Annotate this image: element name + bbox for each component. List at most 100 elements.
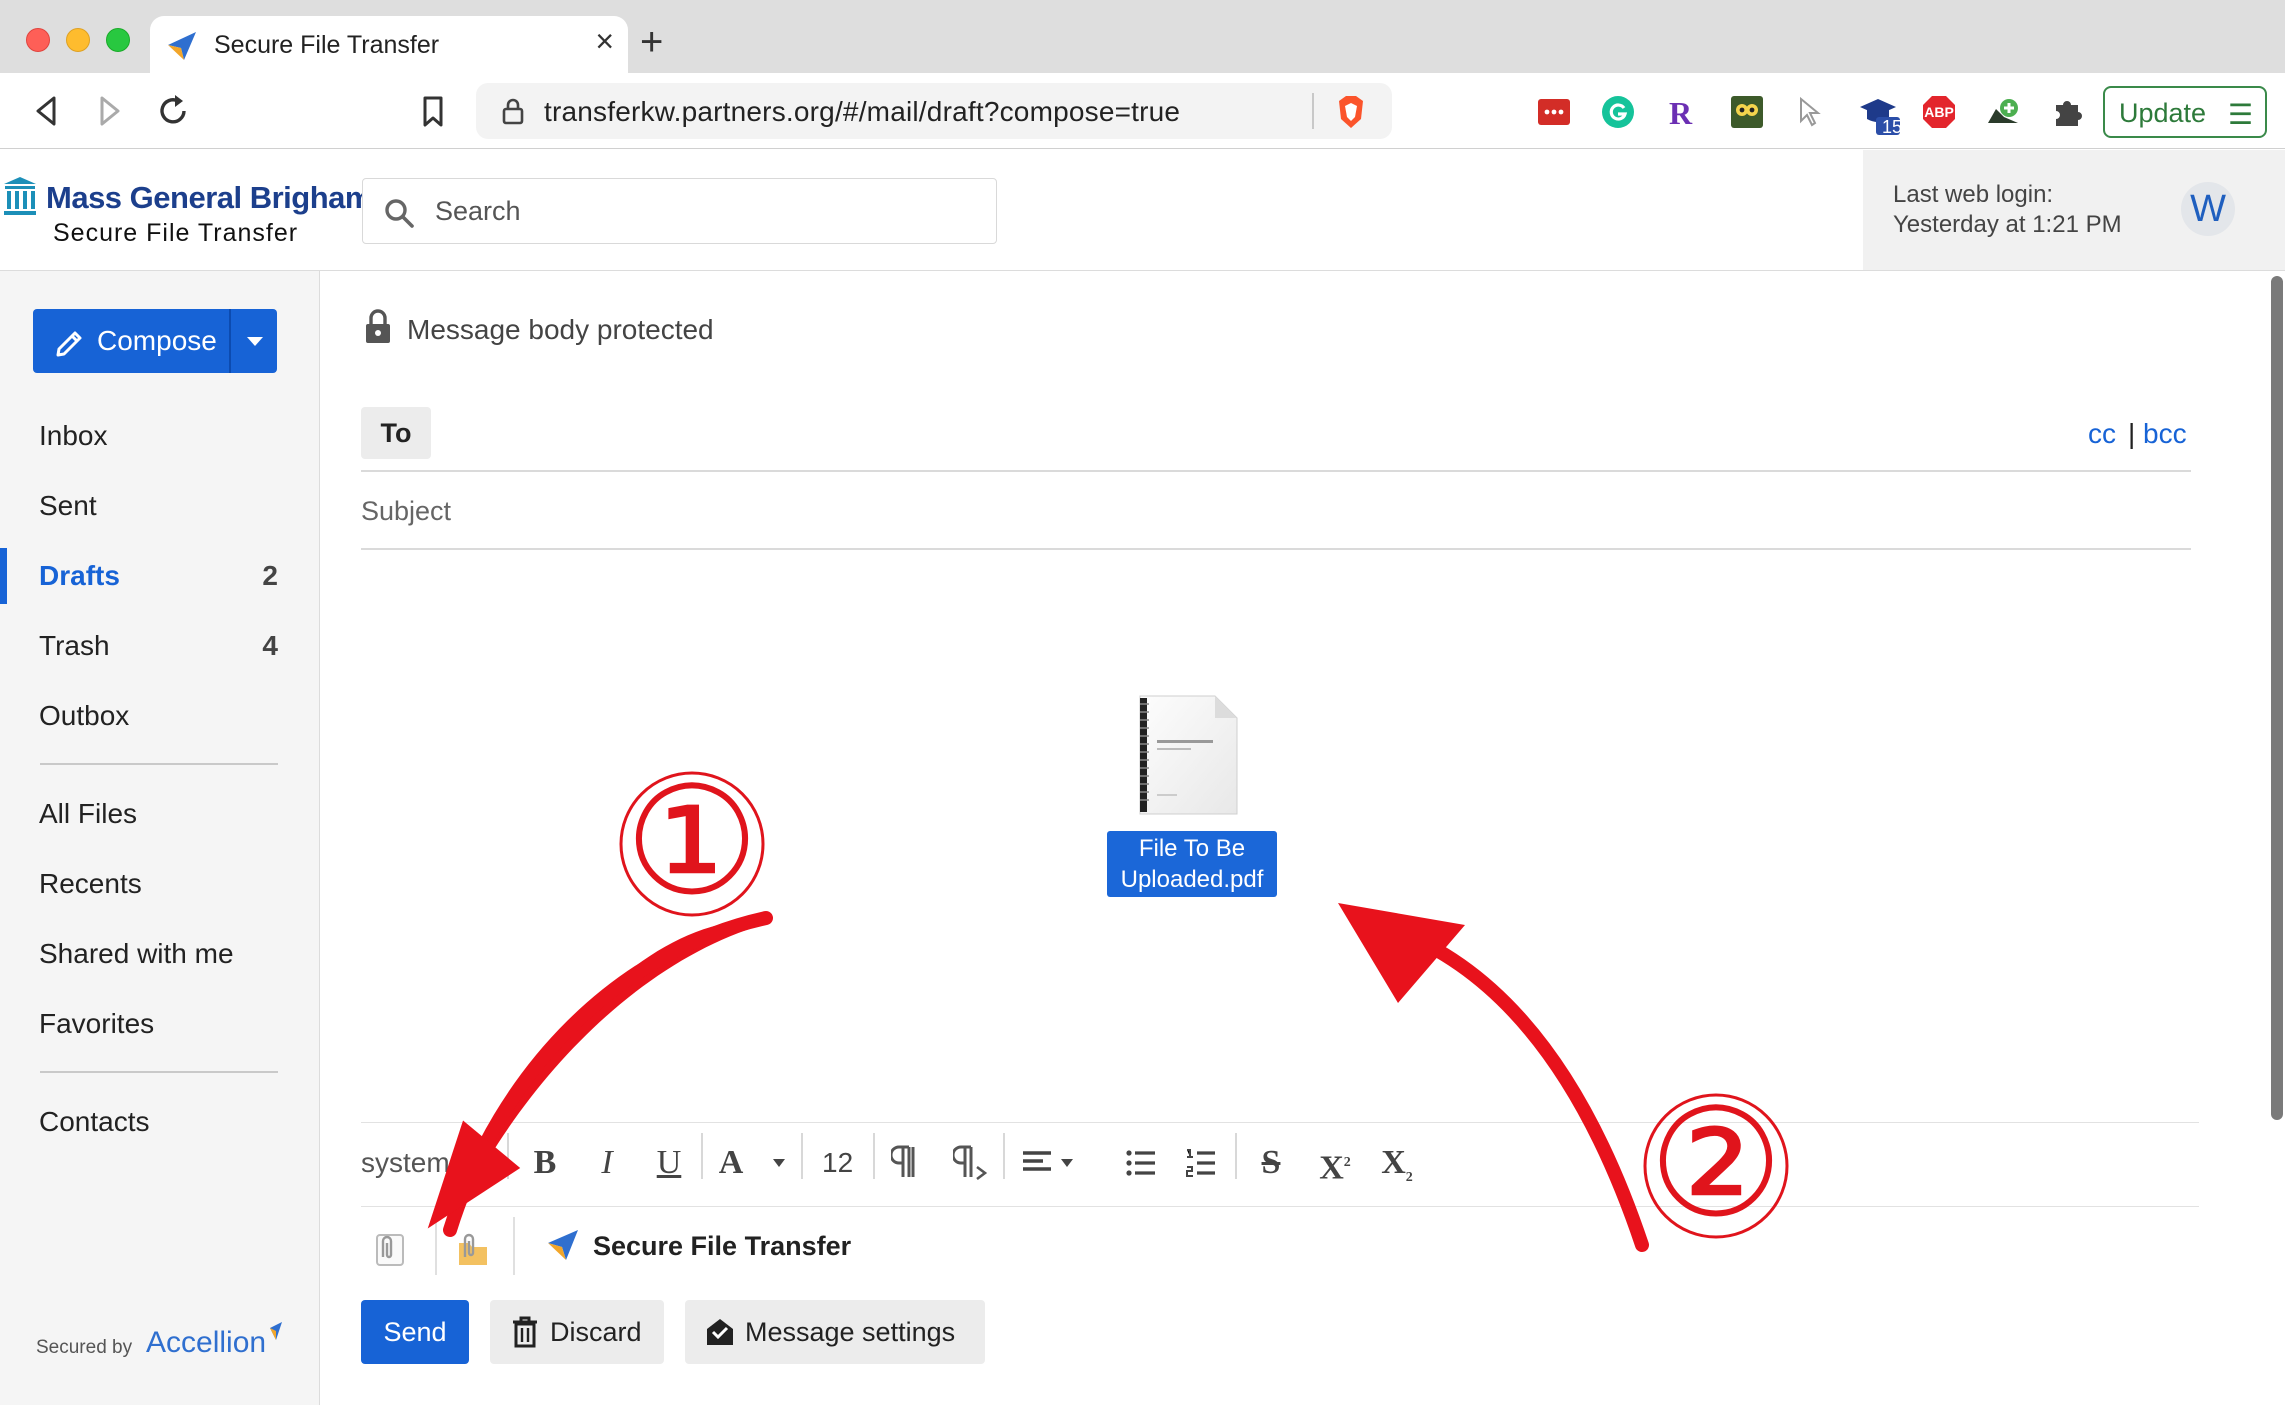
drafts-count-badge: 2 xyxy=(262,560,278,591)
bold-icon[interactable]: B xyxy=(527,1143,563,1183)
accellion-logo-text[interactable]: Accellion xyxy=(146,1326,266,1360)
sidebar-item-label: Sent xyxy=(39,490,97,521)
mgb-logo-icon xyxy=(4,177,36,215)
file-name-label[interactable]: File To Be Uploaded.pdf xyxy=(1107,831,1277,897)
sidebar-item-label: Contacts xyxy=(39,1106,150,1137)
sidebar-item-sent[interactable]: Sent xyxy=(0,478,320,534)
attachment-toolbar: Secure File Transfer xyxy=(361,1206,2199,1290)
toolbar-divider xyxy=(1235,1133,1237,1179)
paragraph-ltr-icon[interactable] xyxy=(891,1143,921,1181)
compose-button[interactable]: Compose xyxy=(33,309,229,373)
lock-icon[interactable] xyxy=(500,97,526,125)
sidebar-item-label: Outbox xyxy=(39,700,130,731)
attach-from-folder-icon[interactable] xyxy=(453,1229,491,1269)
attachment-divider xyxy=(513,1217,515,1275)
sidebar-item-drafts[interactable]: Drafts 2 xyxy=(0,548,320,604)
address-bar[interactable]: transferkw.partners.org/#/mail/draft?com… xyxy=(476,83,1392,139)
envelope-check-icon xyxy=(707,1319,733,1345)
search-box[interactable] xyxy=(362,178,997,244)
sidebar-item-label: All Files xyxy=(39,798,138,829)
brave-shield-icon[interactable] xyxy=(1334,93,1368,131)
discard-label: Discard xyxy=(550,1317,642,1347)
sidebar-item-label: Trash xyxy=(39,630,110,661)
grammarly-extension-icon[interactable] xyxy=(1601,95,1635,129)
new-tab-button[interactable]: + xyxy=(640,22,663,62)
step-1-marker: ① xyxy=(624,760,760,926)
pdf-file-icon[interactable] xyxy=(1137,694,1241,816)
sidebar-item-favorites[interactable]: Favorites xyxy=(0,996,320,1052)
sidebar-item-outbox[interactable]: Outbox xyxy=(0,688,320,744)
chevron-down-icon[interactable] xyxy=(771,1157,787,1169)
chevron-down-icon[interactable] xyxy=(1059,1157,1075,1169)
sidebar-item-all-files[interactable]: All Files xyxy=(0,786,320,842)
forward-icon[interactable] xyxy=(90,92,128,130)
subject-input[interactable] xyxy=(361,490,2161,532)
back-icon[interactable] xyxy=(28,92,66,130)
subscript-icon[interactable]: X2 xyxy=(1377,1143,1417,1185)
align-icon[interactable] xyxy=(1021,1149,1053,1177)
puzzle-extension-icon[interactable] xyxy=(2050,95,2084,129)
toolbar-divider xyxy=(801,1133,803,1179)
cc-bcc-separator: | xyxy=(2128,418,2136,449)
sidebar-item-trash[interactable]: Trash 4 xyxy=(0,618,320,674)
window-minimize-button[interactable] xyxy=(66,28,90,52)
url-text[interactable]: transferkw.partners.org/#/mail/draft?com… xyxy=(544,96,1180,128)
download-extension-icon[interactable] xyxy=(1986,95,2020,129)
send-button[interactable]: Send xyxy=(361,1300,469,1364)
login-info-panel: Last web login: Yesterday at 1:21 PM W xyxy=(1863,150,2285,270)
toolbar-divider xyxy=(701,1133,703,1179)
sidebar-item-label: Shared with me xyxy=(39,938,234,969)
reload-icon[interactable] xyxy=(154,92,192,130)
sidebar-item-label: Favorites xyxy=(39,1008,155,1039)
message-settings-button[interactable]: Message settings xyxy=(685,1300,985,1364)
secure-file-transfer-label[interactable]: Secure File Transfer xyxy=(593,1231,851,1262)
sidebar-item-label: Recents xyxy=(39,868,142,899)
scrollbar-thumb[interactable] xyxy=(2271,276,2283,1120)
extension-badge: 15 xyxy=(1881,117,1903,137)
font-size-select[interactable]: 12 xyxy=(822,1147,853,1179)
superscript-icon[interactable]: X2 xyxy=(1315,1143,1355,1186)
bullet-list-icon[interactable] xyxy=(1125,1147,1157,1179)
underline-icon[interactable]: U xyxy=(651,1143,687,1183)
to-field-underline xyxy=(361,470,2191,472)
tab-close-icon[interactable]: × xyxy=(595,25,614,57)
accellion-tab-icon xyxy=(168,32,196,60)
last-login-time: Yesterday at 1:21 PM xyxy=(1893,211,2122,238)
numbered-list-icon[interactable] xyxy=(1185,1147,1217,1179)
sidebar-item-label: Drafts xyxy=(39,560,120,591)
sidebar-item-contacts[interactable]: Contacts xyxy=(0,1094,320,1150)
update-button[interactable]: Update ☰ xyxy=(2103,86,2267,138)
browser-tab-active[interactable]: Secure File Transfer × xyxy=(150,16,628,74)
lastpass-extension-icon[interactable] xyxy=(1537,95,1571,129)
accellion-mark-icon xyxy=(270,1322,282,1340)
toolbar-divider xyxy=(873,1133,875,1179)
text-color-icon[interactable]: A xyxy=(713,1143,749,1183)
search-input[interactable] xyxy=(435,189,975,233)
bookmark-icon[interactable] xyxy=(414,92,452,130)
strikethrough-icon[interactable]: S xyxy=(1253,1143,1289,1183)
window-zoom-button[interactable] xyxy=(106,28,130,52)
sidebar-item-recents[interactable]: Recents xyxy=(0,856,320,912)
r-extension-icon[interactable]: R xyxy=(1669,95,1703,131)
padlock-icon xyxy=(366,309,390,343)
font-family-select[interactable]: system xyxy=(361,1147,450,1179)
sidebar-item-label: Inbox xyxy=(39,420,108,451)
window-close-button[interactable] xyxy=(26,28,50,52)
attach-local-file-icon[interactable] xyxy=(369,1229,407,1269)
paragraph-rtl-icon[interactable] xyxy=(953,1143,989,1181)
discard-button[interactable]: Discard xyxy=(490,1300,664,1364)
sidebar-item-inbox[interactable]: Inbox xyxy=(0,408,320,464)
italic-icon[interactable]: I xyxy=(589,1143,625,1183)
cursor-extension-icon[interactable] xyxy=(1794,95,1828,129)
owl-extension-icon[interactable] xyxy=(1730,95,1764,129)
cc-link[interactable]: cc xyxy=(2088,418,2116,450)
brand-name: Mass General Brigham xyxy=(46,180,372,215)
bcc-link[interactable]: bcc xyxy=(2143,418,2187,450)
sidebar-item-shared-with-me[interactable]: Shared with me xyxy=(0,926,320,982)
to-field-label[interactable]: To xyxy=(361,407,431,459)
browser-toolbar: transferkw.partners.org/#/mail/draft?com… xyxy=(0,73,2285,149)
avatar[interactable]: W xyxy=(2181,182,2235,236)
compose-dropdown-icon[interactable] xyxy=(231,309,277,373)
toolbar-divider xyxy=(1003,1133,1005,1179)
to-recipient-input[interactable] xyxy=(450,410,2050,456)
